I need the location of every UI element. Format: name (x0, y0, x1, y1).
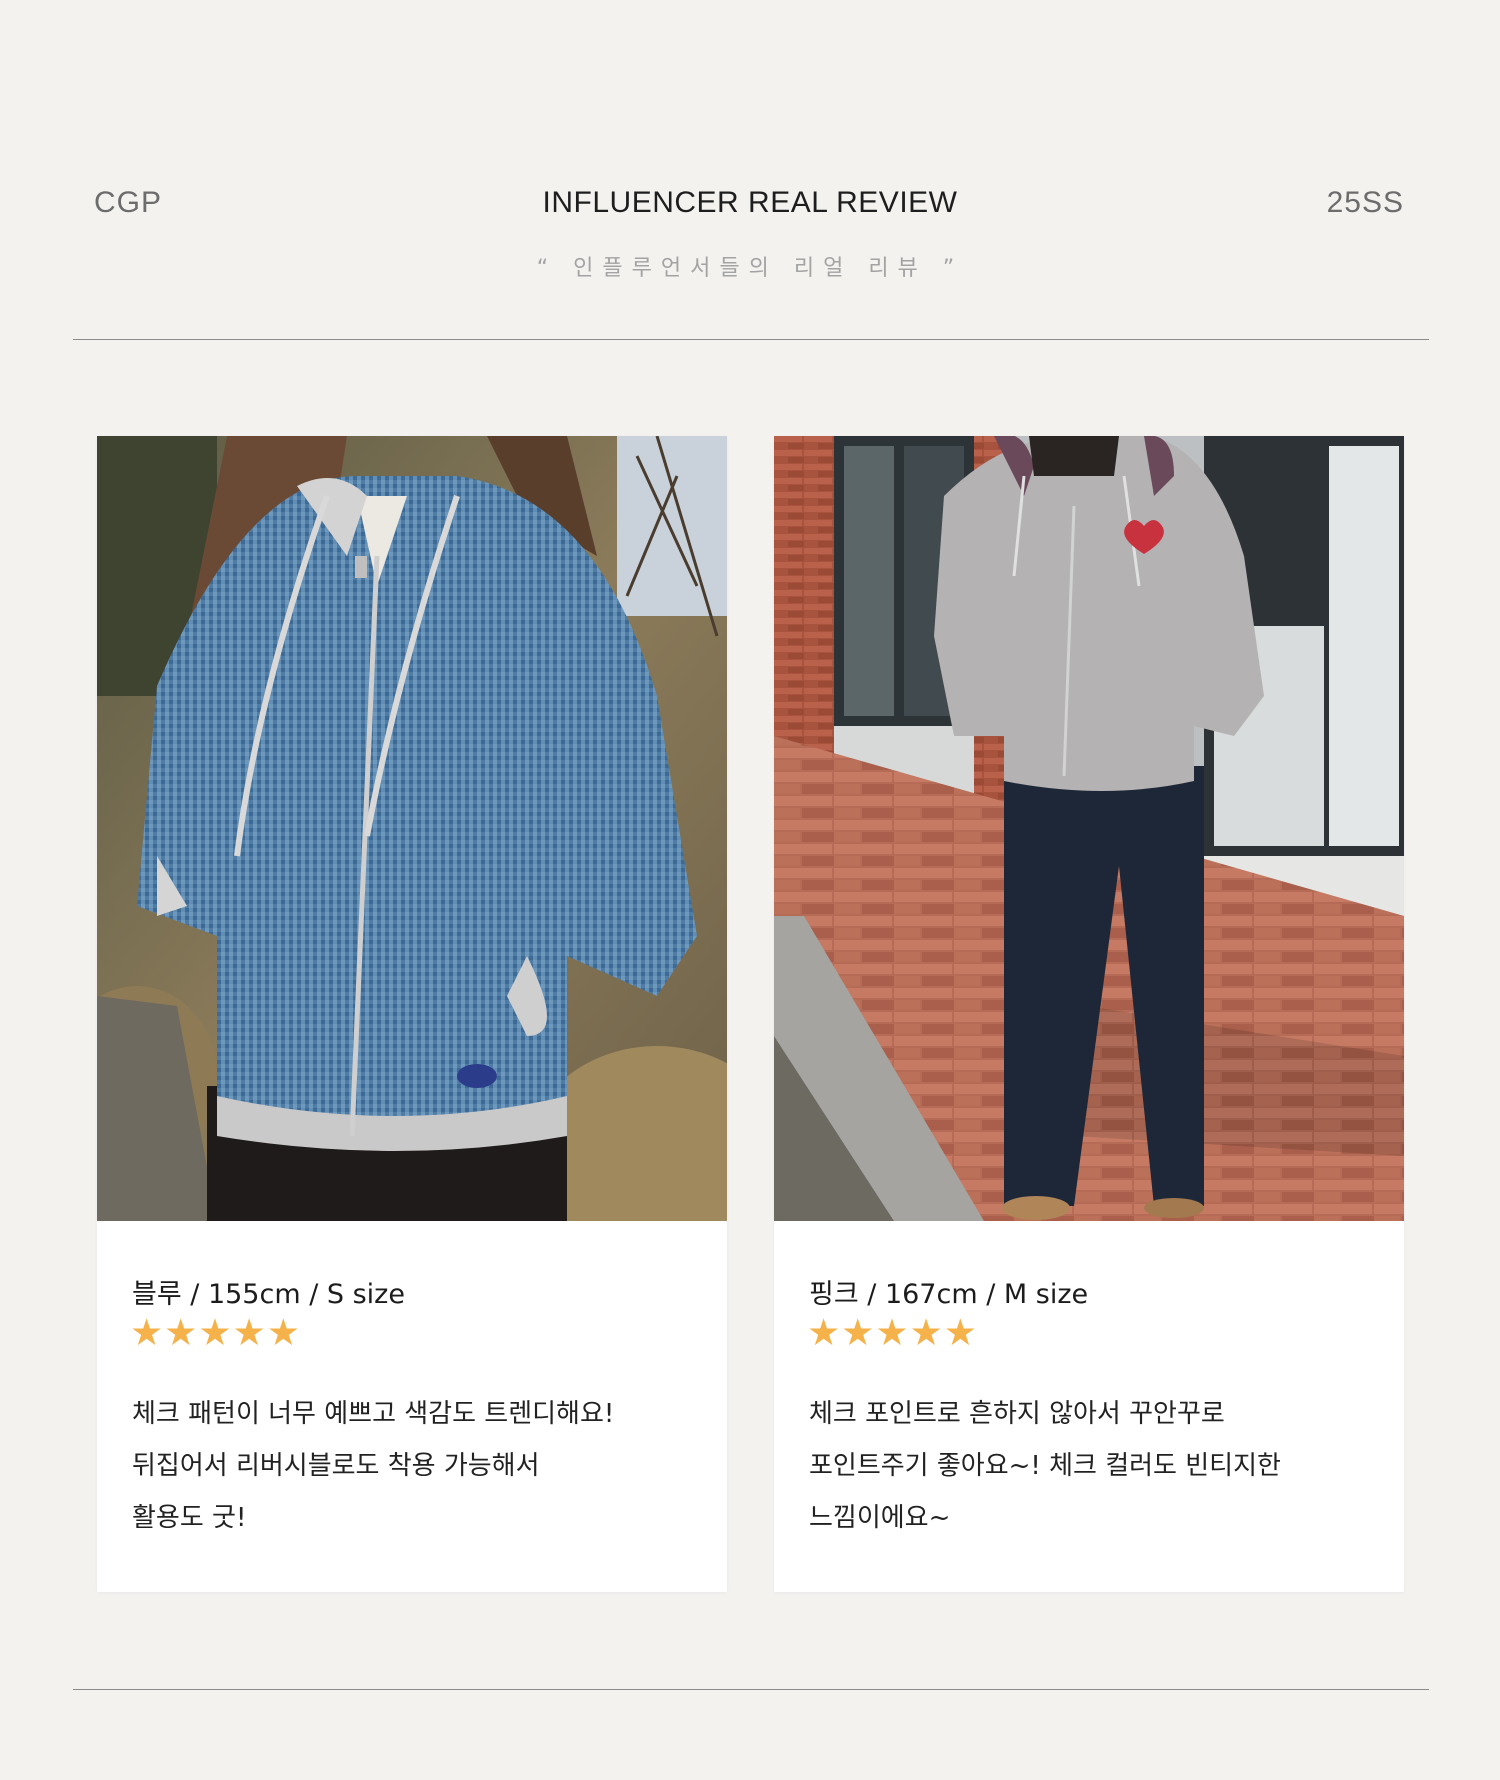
review-photo[interactable] (97, 436, 727, 1221)
page-subtitle: “ 인플루언서들의 리얼 리뷰 ” (536, 256, 964, 281)
review-text: 체크 포인트로 흔하지 않아서 꾸안꾸로 포인트주기 좋아요~! 체크 컬러도 … (809, 1388, 1389, 1544)
star-icon: ★ (841, 1311, 876, 1354)
star-icon: ★ (943, 1311, 978, 1354)
star-rating: ★★★★★ (807, 1314, 978, 1351)
review-line: 활용도 굿! (132, 1503, 247, 1533)
page-header: CGP INFLUENCER REAL REVIEW 25SS “ 인플루언서들… (0, 0, 1500, 340)
hoodie-photo-blue (97, 436, 727, 1221)
review-line: 포인트주기 좋아요~! 체크 컬러도 빈티지한 (809, 1451, 1281, 1481)
star-icon: ★ (232, 1311, 267, 1354)
top-divider (73, 339, 1429, 340)
star-icon: ★ (807, 1311, 842, 1354)
review-line: 체크 패턴이 너무 예쁘고 색감도 트렌디해요! (132, 1399, 615, 1429)
review-line: 뒤집어서 리버시블로도 착용 가능해서 (132, 1451, 540, 1481)
season-label: 25SS (1326, 186, 1404, 219)
bottom-divider (73, 1689, 1429, 1690)
star-icon: ★ (198, 1311, 233, 1354)
star-rating: ★★★★★ (130, 1314, 301, 1351)
page-title: INFLUENCER REAL REVIEW (542, 186, 958, 219)
review-card-blue: 블루 / 155cm / S size ★★★★★ 체크 패턴이 너무 예쁘고 … (97, 436, 727, 1592)
review-text: 체크 패턴이 너무 예쁘고 색감도 트렌디해요! 뒤집어서 리버시블로도 착용 … (132, 1388, 712, 1544)
review-line: 체크 포인트로 흔하지 않아서 꾸안꾸로 (809, 1399, 1225, 1429)
review-meta: 핑크 / 167cm / M size (809, 1279, 1089, 1310)
star-icon: ★ (130, 1311, 165, 1354)
star-icon: ★ (875, 1311, 910, 1354)
review-card-pink: 핑크 / 167cm / M size ★★★★★ 체크 포인트로 흔하지 않아… (774, 436, 1404, 1592)
review-line: 느낌이에요~ (809, 1503, 951, 1533)
review-meta: 블루 / 155cm / S size (132, 1279, 405, 1310)
star-icon: ★ (909, 1311, 944, 1354)
star-icon: ★ (266, 1311, 301, 1354)
review-photo[interactable] (774, 436, 1404, 1221)
star-icon: ★ (164, 1311, 199, 1354)
hoodie-photo-grey (774, 436, 1404, 1221)
